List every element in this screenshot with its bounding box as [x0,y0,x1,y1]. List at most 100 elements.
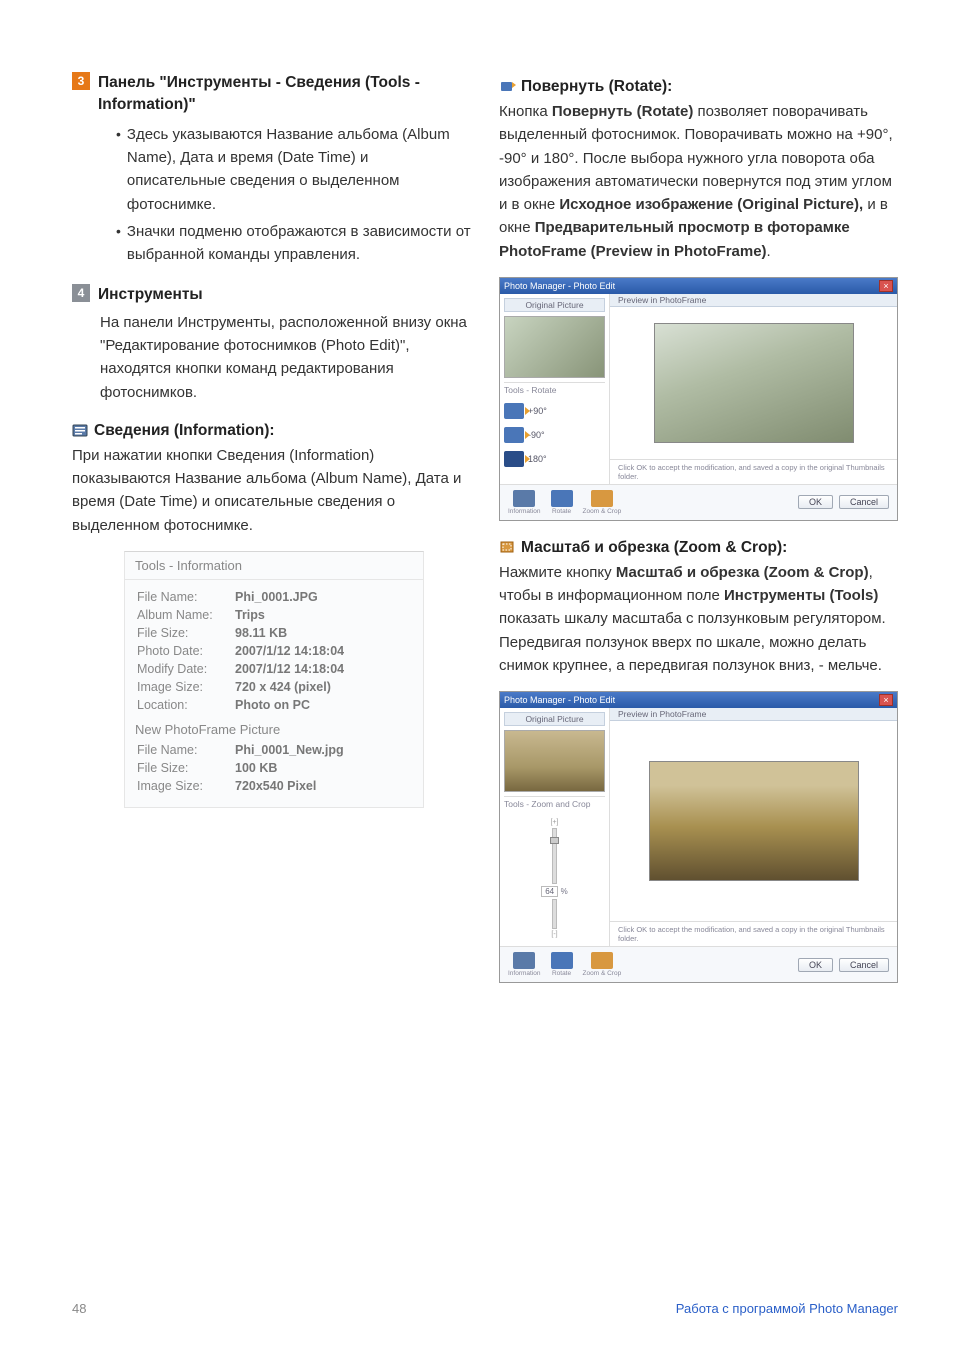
kv-key: Image Size: [137,779,235,793]
kv-key: File Name: [137,590,235,604]
kv-key: Album Name: [137,608,235,622]
zoom-slider[interactable]: [+] 64 % [-] [504,815,605,942]
bullet-item: • Здесь указываются Название альбома (Al… [116,123,471,216]
original-picture-label: Original Picture [504,298,605,312]
kv-val: 720 x 424 (pixel) [235,680,331,694]
footer-icon-zoom-crop[interactable]: Zoom & Crop [583,952,622,977]
ok-button[interactable]: OK [798,495,833,509]
section-3-bullets: • Здесь указываются Название альбома (Al… [116,123,471,267]
footer-icon-rotate[interactable]: Rotate [551,490,573,515]
kv-val: Phi_0001_New.jpg [235,743,344,757]
zoom-percent-input[interactable]: 64 [541,886,558,897]
text-bold: Масштаб и обрезка (Zoom & Crop) [616,564,869,581]
page-footer: 48 Работа с программой Photo Manager [72,1301,898,1316]
kv-key: File Size: [137,626,235,640]
tools-rotate-label: Tools - Rotate [504,382,605,397]
footer-icon-information[interactable]: Information [508,490,541,515]
slider-track[interactable] [552,899,557,929]
cancel-button[interactable]: Cancel [839,495,889,509]
close-icon[interactable]: × [879,280,893,292]
slider-minus: [-] [551,931,557,938]
tools-zoom-label: Tools - Zoom and Crop [504,796,605,811]
zoom-screenshot: Photo Manager - Photo Edit × Original Pi… [499,691,898,983]
kv-row: File Name:Phi_0001_New.jpg [137,741,411,759]
text-span: . [767,243,771,260]
info-heading: Сведения (Information): [94,422,275,440]
preview-label: Preview in PhotoFrame [610,708,897,721]
app-footer: Information Rotate Zoom & Crop OK Cancel [500,946,897,982]
footer-icon-label: Information [508,508,541,515]
left-panel: Original Picture Tools - Zoom and Crop [… [500,708,610,946]
rotate-option-minus90[interactable]: -90° [504,425,605,445]
kv-val: 2007/1/12 14:18:04 [235,644,344,658]
thumbnail-image [504,316,605,378]
percent-unit: % [561,887,568,896]
text-span: Кнопка [499,103,552,120]
kv-val: 720x540 Pixel [235,779,316,793]
rotate-option-label: 180° [528,454,547,464]
info-heading-row: Сведения (Information): [72,422,471,440]
text-span: показать шкалу масштаба с ползунковым ре… [499,610,886,674]
kv-row: Modify Date:2007/1/12 14:18:04 [137,660,411,678]
kv-row: File Name:Phi_0001.JPG [137,588,411,606]
badge-4: 4 [72,284,90,302]
thumbnail-image [504,730,605,792]
rotate-screenshot: Photo Manager - Photo Edit × Original Pi… [499,277,898,521]
footer-icon-zoom-crop[interactable]: Zoom & Crop [583,490,622,515]
kv-key: Photo Date: [137,644,235,658]
preview-area [610,721,897,921]
rotate-heading-row: Повернуть (Rotate): [499,78,898,96]
zoom-crop-icon [499,540,517,556]
footer-icon-information[interactable]: Information [508,952,541,977]
section-4-para: На панели Инструменты, расположенной вни… [100,311,471,404]
rotate-icon [504,451,524,467]
zoom-para: Нажмите кнопку Масштаб и обрезка (Zoom &… [499,561,898,677]
right-panel: Preview in PhotoFrame Click OK to accept… [610,294,897,484]
kv-row: Image Size:720 x 424 (pixel) [137,678,411,696]
section-4-heading: 4 Инструменты [72,284,471,306]
right-panel: Preview in PhotoFrame Click OK to accept… [610,708,897,946]
kv-key: Modify Date: [137,662,235,676]
preview-label: Preview in PhotoFrame [610,294,897,307]
footer-icon-label: Zoom & Crop [583,508,622,515]
text-span: Нажмите кнопку [499,564,616,581]
footer-icon-label: Rotate [552,508,571,515]
bullet-text: Значки подменю отображаются в зависимост… [127,220,471,267]
ok-button[interactable]: OK [798,958,833,972]
preview-image [654,323,854,443]
kv-val: 98.11 KB [235,626,287,640]
tools-panel-title: Tools - Information [125,552,423,580]
app-titlebar: Photo Manager - Photo Edit × [500,278,897,294]
slider-track[interactable] [552,828,557,884]
kv-row: Photo Date:2007/1/12 14:18:04 [137,642,411,660]
preview-area [610,307,897,459]
bullet-dot: • [116,123,121,147]
rotate-option-plus90[interactable]: +90° [504,401,605,421]
preview-image [649,761,859,881]
section-3-title: Панель "Инструменты - Сведения (Tools - … [98,72,471,117]
footer-icon-label: Information [508,970,541,977]
rotate-icon [504,403,524,419]
slider-plus: [+] [551,819,559,826]
section-4-title: Инструменты [98,284,203,306]
text-bold: Повернуть (Rotate) [552,103,693,120]
footer-icon-rotate[interactable]: Rotate [551,952,573,977]
footer-section-title: Работа с программой Photo Manager [676,1301,898,1316]
original-picture-label: Original Picture [504,712,605,726]
slider-knob[interactable] [550,837,559,844]
rotate-para: Кнопка Повернуть (Rotate) позволяет пово… [499,100,898,263]
kv-key: Location: [137,698,235,712]
close-icon[interactable]: × [879,694,893,706]
kv-key: File Name: [137,743,235,757]
rotate-icon [504,427,524,443]
text-bold: Инструменты (Tools) [724,587,878,604]
kv-val: Photo on PC [235,698,310,712]
rotate-option-180[interactable]: 180° [504,449,605,469]
kv-key: Image Size: [137,680,235,694]
rotate-icon [499,79,517,95]
cancel-button[interactable]: Cancel [839,958,889,972]
kv-row: Album Name:Trips [137,606,411,624]
tools-subheading: New PhotoFrame Picture [135,722,411,737]
app-title: Photo Manager - Photo Edit [504,695,615,705]
bullet-item: • Значки подменю отображаются в зависимо… [116,220,471,267]
